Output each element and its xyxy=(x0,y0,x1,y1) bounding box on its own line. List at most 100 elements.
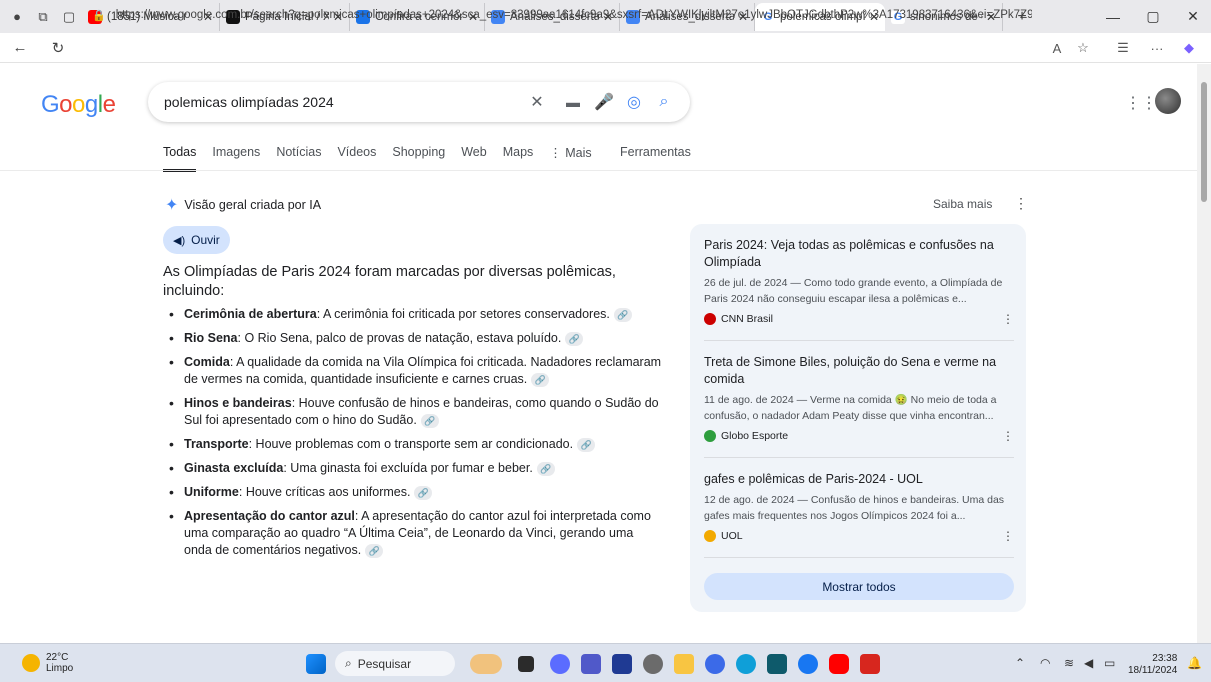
facebook-icon[interactable] xyxy=(798,654,818,674)
refresh-button[interactable]: ↻ xyxy=(46,36,70,60)
clear-search-icon[interactable]: ✕ xyxy=(527,92,547,112)
tab-imagens[interactable]: Imagens xyxy=(212,145,260,172)
tab-maps[interactable]: Maps xyxy=(503,145,534,172)
source-menu-icon[interactable]: ⋮ xyxy=(1002,429,1014,443)
close-window-button[interactable]: ✕ xyxy=(1175,0,1211,33)
system-clock[interactable]: 23:38 18/11/2024 xyxy=(1128,653,1177,677)
more-options-icon[interactable]: ··· xyxy=(1146,37,1168,59)
widgets-icon[interactable] xyxy=(470,654,502,674)
ai-overview-list: Cerimônia de abertura: A cerimônia foi c… xyxy=(163,306,663,566)
volume-icon[interactable]: ◀ xyxy=(1084,656,1093,670)
weather-temp: 22°C xyxy=(46,652,69,663)
tab-videos[interactable]: Vídeos xyxy=(337,145,376,172)
network-icon[interactable]: ◠ xyxy=(1040,656,1050,670)
workspaces-icon[interactable]: ⧉ xyxy=(30,4,56,30)
show-all-button[interactable]: Mostrar todos xyxy=(704,573,1014,600)
store-icon[interactable] xyxy=(612,654,632,674)
citation-link-icon[interactable]: 🔗 xyxy=(414,485,433,500)
ai-overview-intro: As Olimpíadas de Paris 2024 foram marcad… xyxy=(163,264,616,299)
site-info-icon[interactable]: 🔒 xyxy=(92,9,106,22)
listen-button[interactable]: ◀) Ouvir xyxy=(163,226,230,254)
address-bar-row: ← ↻ xyxy=(0,33,1211,63)
citation-link-icon[interactable]: 🔗 xyxy=(531,372,550,387)
learn-more-link[interactable]: Saiba mais xyxy=(933,197,992,211)
source-title[interactable]: Paris 2024: Veja todas as polêmicas e co… xyxy=(704,237,1014,271)
app-icon[interactable] xyxy=(767,654,787,674)
tools-button[interactable]: Ferramentas xyxy=(620,145,691,159)
settings-icon[interactable] xyxy=(643,654,663,674)
account-avatar[interactable] xyxy=(1155,88,1181,114)
task-view-icon[interactable] xyxy=(518,656,534,672)
tab-noticias[interactable]: Notícias xyxy=(276,145,321,172)
microphone-icon[interactable]: 🎤 xyxy=(594,92,614,112)
windows-start-icon[interactable] xyxy=(306,654,326,674)
ai-overview-menu-icon[interactable]: ⋮ xyxy=(1014,195,1028,212)
favorites-list-icon[interactable]: ☰ xyxy=(1112,37,1134,59)
list-item: Uniforme: Houve críticas aos uniformes.🔗 xyxy=(163,484,663,501)
list-item: Cerimônia de abertura: A cerimônia foi c… xyxy=(163,306,663,323)
taskbar-search[interactable]: ⌕ Pesquisar xyxy=(335,651,455,676)
source-card[interactable]: Treta de Simone Biles, poluição do Sena … xyxy=(704,354,1014,443)
list-item: Hinos e bandeiras: Houve confusão de hin… xyxy=(163,395,663,429)
speaker-icon: ◀) xyxy=(173,234,186,247)
minimize-button[interactable]: — xyxy=(1095,0,1131,33)
globo-esporte-logo-icon xyxy=(704,430,716,442)
search-input[interactable] xyxy=(164,94,524,110)
url-field[interactable]: 🔒 https://www.google.com.br/search?q=pol… xyxy=(92,4,1032,26)
source-site: Globo Esporte ⋮ xyxy=(704,429,1014,443)
favorite-star-icon[interactable]: ☆ xyxy=(1072,37,1094,59)
tab-web[interactable]: Web xyxy=(461,145,486,172)
sources-panel: Paris 2024: Veja todas as polêmicas e co… xyxy=(690,224,1026,612)
back-button[interactable]: ← xyxy=(8,36,32,60)
list-item: Apresentação do cantor azul: A apresenta… xyxy=(163,508,663,559)
tab-todas[interactable]: Todas xyxy=(163,145,197,172)
source-card[interactable]: Paris 2024: Veja todas as polêmicas e co… xyxy=(704,237,1014,326)
citation-link-icon[interactable]: 🔗 xyxy=(577,437,596,452)
windows-taskbar: 22°C Limpo ⌕ Pesquisar ⌃ ◠ ≋ ◀ ▭ 23:38 18/… xyxy=(0,643,1211,682)
file-explorer-icon[interactable] xyxy=(674,654,694,674)
maximize-button[interactable]: ▢ xyxy=(1135,0,1171,33)
scrollbar-thumb[interactable] xyxy=(1201,82,1207,202)
tab-shopping[interactable]: Shopping xyxy=(392,145,445,172)
tab-mais[interactable]: ⋮ Mais xyxy=(549,145,591,172)
edge-icon[interactable] xyxy=(736,654,756,674)
battery-icon[interactable]: ▭ xyxy=(1104,656,1115,670)
clock-time: 23:38 xyxy=(1152,653,1178,664)
keyboard-icon[interactable]: ▬ xyxy=(563,92,583,112)
acrobat-icon[interactable] xyxy=(860,654,880,674)
divider xyxy=(704,340,1014,341)
source-card[interactable]: gafes e polêmicas de Paris-2024 - UOL 12… xyxy=(704,471,1014,543)
profile-icon[interactable]: ● xyxy=(4,4,30,30)
source-title[interactable]: gafes e polêmicas de Paris-2024 - UOL xyxy=(704,471,1014,488)
youtube-icon[interactable] xyxy=(829,654,849,674)
source-title[interactable]: Treta de Simone Biles, poluição do Sena … xyxy=(704,354,1014,388)
app-icon[interactable] xyxy=(705,654,725,674)
weather-widget[interactable]: 22°C Limpo xyxy=(22,652,73,674)
copilot-icon[interactable]: ◆ xyxy=(1178,37,1200,59)
lens-icon[interactable]: ◎ xyxy=(624,92,644,112)
citation-link-icon[interactable]: 🔗 xyxy=(536,461,555,476)
wifi-icon[interactable]: ≋ xyxy=(1064,656,1074,670)
clock-date: 18/11/2024 xyxy=(1128,665,1178,676)
citation-link-icon[interactable]: 🔗 xyxy=(420,413,439,428)
source-site: CNN Brasil ⋮ xyxy=(704,312,1014,326)
header-divider xyxy=(0,170,1197,171)
google-logo[interactable]: Google xyxy=(41,91,116,119)
source-site-name: Globo Esporte xyxy=(721,430,789,442)
source-menu-icon[interactable]: ⋮ xyxy=(1002,312,1014,326)
list-item: Rio Sena: O Rio Sena, palco de provas de… xyxy=(163,330,663,347)
source-snippet: 12 de ago. de 2024 — Confusão de hinos e… xyxy=(704,494,1005,522)
search-icon: ⌕ xyxy=(345,656,352,670)
citation-link-icon[interactable]: 🔗 xyxy=(365,543,384,558)
notifications-icon[interactable]: 🔔 xyxy=(1187,656,1202,670)
search-icon[interactable]: ⌕ xyxy=(654,92,674,112)
citation-link-icon[interactable]: 🔗 xyxy=(565,331,584,346)
show-hidden-icons[interactable]: ⌃ xyxy=(1015,656,1025,670)
read-aloud-icon[interactable]: A xyxy=(1046,37,1068,59)
citation-link-icon[interactable]: 🔗 xyxy=(613,307,632,322)
teams-icon[interactable] xyxy=(581,654,601,674)
copilot-taskbar-icon[interactable] xyxy=(550,654,570,674)
source-site-name: UOL xyxy=(721,530,743,542)
tab-actions-icon[interactable]: ▢ xyxy=(56,4,82,30)
source-menu-icon[interactable]: ⋮ xyxy=(1002,529,1014,543)
